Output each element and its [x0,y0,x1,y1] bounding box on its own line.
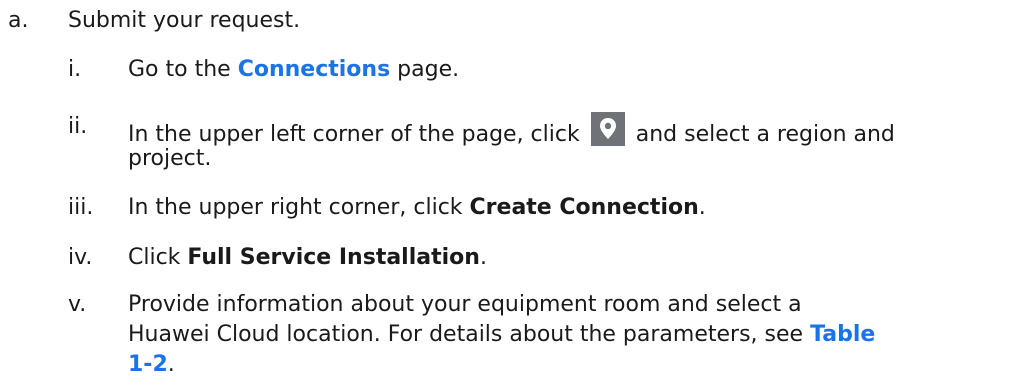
procedure-document: a. Submit your request. i. Go to the Con… [0,0,1022,385]
substep-iii-pre: In the upper right corner, click [128,195,470,220]
substep-v-line2-pre: Huawei Cloud location. For details about… [128,322,811,347]
substep-ii-line2: project. [128,146,212,171]
substep-marker-ii: ii. [68,114,88,139]
table-link-part2[interactable]: 1-2 [128,352,168,377]
substep-iv-post: . [479,245,487,270]
substep-marker-v: v. [68,292,87,317]
create-connection-label: Create Connection [469,195,699,220]
location-pin-icon [590,112,625,146]
substep-marker-iii: iii. [68,195,94,220]
substep-v-line2: Huawei Cloud location. For details about… [128,320,875,350]
substep-ii-post: and select a region and [635,122,895,147]
table-link-part1[interactable]: Table [810,322,875,347]
substep-i-pre: Go to the [128,57,238,82]
substep-ii-line1: In the upper left corner of the page, cl… [128,112,895,150]
substep-iv-pre: Click [128,245,188,270]
substep-iii-text: In the upper right corner, click Create … [128,193,706,223]
substep-i-text: Go to the Connections page. [128,55,459,85]
substep-v-line3: 1-2. [128,350,175,380]
substep-marker-iv: iv. [68,245,93,270]
substep-iv-text: Click Full Service Installation. [128,243,487,273]
step-text: Submit your request. [68,8,301,33]
substep-v-line1: Provide information about your equipment… [128,292,802,317]
substep-i-post: page. [390,57,460,82]
substep-v-post: . [167,352,175,377]
substep-iii-post: . [698,195,706,220]
connections-link[interactable]: Connections [238,57,390,82]
full-service-installation-label: Full Service Installation [187,245,480,270]
step-marker: a. [8,8,29,33]
substep-marker-i: i. [68,57,82,82]
